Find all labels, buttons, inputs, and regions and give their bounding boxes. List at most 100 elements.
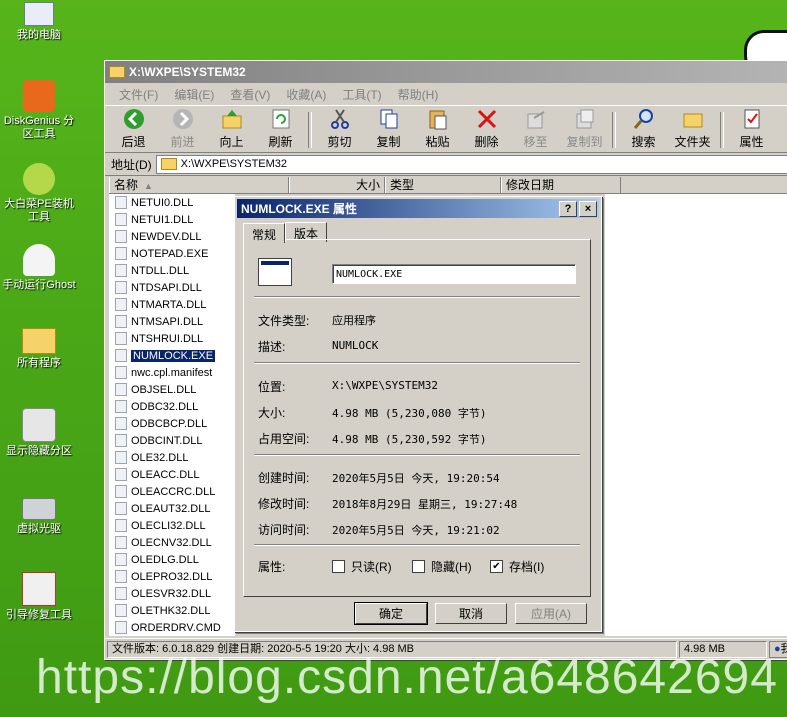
back-button[interactable]: 后退 [109,106,158,152]
file-row[interactable]: OBJSEL.DLL [109,381,235,398]
file-icon [115,502,127,515]
menu-file[interactable]: 文件(F) [119,86,158,103]
file-row[interactable]: ODBCBCP.DLL [109,415,235,432]
copy-to-button[interactable]: 复制到 [560,106,609,152]
file-name: OLEDLG.DLL [131,553,199,566]
file-row[interactable]: NETUI1.DLL [109,211,235,228]
dialog-titlebar[interactable]: NUMLOCK.EXE 属性 ? × [237,199,599,218]
cut-button[interactable]: 剪切 [315,106,364,152]
close-button[interactable]: × [579,200,597,217]
desktop-icon-all-programs[interactable]: 所有程序 [0,328,78,370]
file-row[interactable]: NTDLL.DLL [109,262,235,279]
file-row[interactable]: NOTEPAD.EXE [109,245,235,262]
file-name: ORDERDRV.CMD [131,621,221,634]
file-icon [115,349,127,362]
menu-help[interactable]: 帮助(H) [398,86,439,103]
help-button[interactable]: ? [559,200,577,217]
delete-button[interactable]: 删除 [462,106,511,152]
checkbox-box [332,560,345,573]
checkbox-box [412,560,425,573]
file-row[interactable]: OLESVR32.DLL [109,585,235,602]
column-type[interactable]: 类型 [385,177,501,193]
disk-size-label: 占用空间: [258,432,310,446]
desktop-icon-boot-repair[interactable]: 引导修复工具 [0,572,78,622]
file-row[interactable]: OLE32.DLL [109,449,235,466]
location-label: 位置: [258,380,286,394]
folders-button[interactable]: 文件夹 [668,106,717,152]
menu-view[interactable]: 查看(V) [230,86,270,103]
properties-button[interactable]: 属性 [727,106,776,152]
column-headers: 名称 ▲ 大小 类型 修改日期 [109,177,787,194]
hidden-checkbox[interactable]: 隐藏(H) [412,558,472,575]
toolbar-separator [308,112,312,148]
file-row[interactable]: nwc.cpl.manifest [109,364,235,381]
file-row[interactable]: NTMSAPI.DLL [109,313,235,330]
forward-button[interactable]: 前进 [158,106,207,152]
file-row[interactable]: NUMLOCK.EXE [109,347,235,364]
address-input[interactable]: X:\WXPE\SYSTEM32 [155,154,787,174]
file-row[interactable]: OLECNV32.DLL [109,534,235,551]
divider [254,454,580,456]
desktop-icon-diskgenius[interactable]: DiskGenius 分区工具 [0,80,78,141]
file-row[interactable]: NTDSAPI.DLL [109,279,235,296]
filename-input[interactable]: NUMLOCK.EXE [332,264,576,284]
desktop-icon-show-partition[interactable]: 显示隐藏分区 [0,408,78,458]
file-icon [115,366,127,379]
file-row[interactable]: OLEPRO32.DLL [109,568,235,585]
disk-size-value: 4.98 MB (5,230,592 字节) [332,433,487,446]
window-titlebar[interactable]: X:\WXPE\SYSTEM32 [105,61,787,83]
folder-icon [109,66,125,78]
file-row[interactable]: NTSHRUI.DLL [109,330,235,347]
readonly-checkbox[interactable]: 只读(R) [332,558,392,575]
column-modified[interactable]: 修改日期 [501,177,621,193]
up-button[interactable]: 向上 [207,106,256,152]
type-value: 应用程序 [332,314,376,327]
properties-dialog: NUMLOCK.EXE 属性 ? × 常规 版本 NUMLOCK.EXE 文件类… [234,196,602,632]
desktop-icon-label: DiskGenius 分区工具 [3,115,75,140]
file-row[interactable]: OLEDLG.DLL [109,551,235,568]
tab-general[interactable]: 常规 [243,223,286,243]
desktop-icon-my-computer[interactable]: 我的电脑 [0,2,78,42]
column-size[interactable]: 大小 [289,177,385,193]
file-row[interactable]: OLECLI32.DLL [109,517,235,534]
file-row[interactable]: NETUI0.DLL [109,194,235,211]
menu-tools[interactable]: 工具(T) [342,86,381,103]
file-name: NTSHRUI.DLL [131,332,204,345]
cancel-button[interactable]: 取消 [435,603,507,624]
desktop-icon-label: 所有程序 [17,357,61,369]
desktop-icon-dabaicai[interactable]: 大白菜PE装机工具 [0,163,78,224]
attributes-label: 属性: [258,560,286,574]
menu-edit[interactable]: 编辑(E) [174,86,214,103]
column-name[interactable]: 名称 ▲ [109,177,289,193]
address-value: X:\WXPE\SYSTEM32 [180,158,288,170]
refresh-button[interactable]: 刷新 [256,106,305,152]
accessed-label: 访问时间: [258,523,310,537]
move-to-button[interactable]: 移至 [511,106,560,152]
file-row[interactable]: ODBC32.DLL [109,398,235,415]
menu-favorites[interactable]: 收藏(A) [286,86,326,103]
file-row[interactable]: NTMARTA.DLL [109,296,235,313]
desktop-icon-virtual-drive[interactable]: 虚拟光驱 [0,490,78,536]
paste-button[interactable]: 粘贴 [413,106,462,152]
file-row[interactable]: OLEACCRC.DLL [109,483,235,500]
file-row[interactable]: OLEACC.DLL [109,466,235,483]
file-row[interactable]: ODBCINT.DLL [109,432,235,449]
general-panel: NUMLOCK.EXE 文件类型: 应用程序 描述: NUMLOCK 位置: X… [243,239,591,597]
apply-button[interactable]: 应用(A) [515,603,587,624]
copy-button[interactable]: 复制 [364,106,413,152]
file-row[interactable]: NEWDEV.DLL [109,228,235,245]
archive-checkbox[interactable]: ✔ 存档(I) [490,558,544,575]
size-value: 4.98 MB (5,230,080 字节) [332,407,487,420]
file-row[interactable]: OLEAUT32.DLL [109,500,235,517]
file-name: ODBCINT.DLL [131,434,203,447]
address-bar: 地址(D) X:\WXPE\SYSTEM32 [105,153,787,176]
file-row[interactable]: ORDERDRV.CMD [109,619,235,636]
ok-button[interactable]: 确定 [354,602,428,625]
file-name: NTDLL.DLL [131,264,190,277]
file-row[interactable]: OLETHK32.DLL [109,602,235,619]
folder-icon [22,328,56,354]
search-button[interactable]: 搜索 [619,106,668,152]
file-icon [115,536,127,549]
dialog-title: NUMLOCK.EXE 属性 [241,202,358,216]
desktop-icon-ghost[interactable]: 手动运行Ghost [0,244,78,292]
